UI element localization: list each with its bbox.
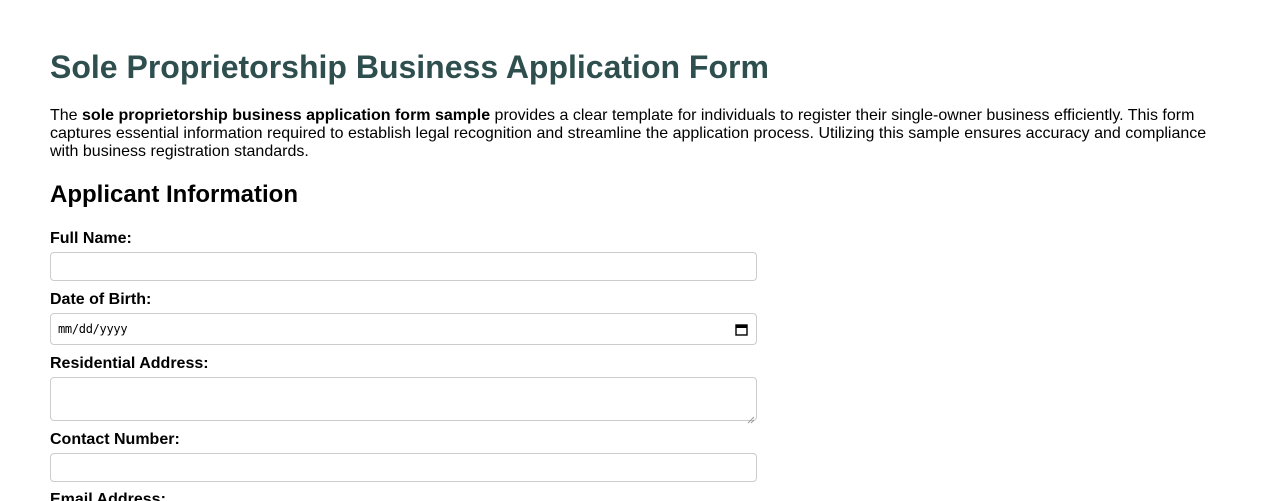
page-title: Sole Proprietorship Business Application…	[50, 49, 769, 85]
email-address-label: Email Address:	[50, 491, 166, 501]
intro-prefix: The	[50, 107, 83, 124]
residential-address-wrapper	[50, 377, 757, 424]
resize-grip-icon[interactable]	[747, 411, 755, 424]
intro-bold-phrase: sole proprietorship business application…	[82, 107, 491, 124]
residential-address-label: Residential Address:	[50, 355, 209, 372]
date-of-birth-label: Date of Birth:	[50, 291, 152, 308]
section-heading-applicant-information: Applicant Information	[50, 181, 298, 208]
contact-number-input[interactable]	[50, 453, 757, 482]
contact-number-label: Contact Number:	[50, 431, 180, 448]
calendar-icon[interactable]	[735, 323, 748, 336]
date-of-birth-input[interactable]: mm/dd/yyyy	[50, 313, 757, 345]
date-placeholder: mm/dd/yyyy	[58, 322, 128, 336]
full-name-input[interactable]	[50, 252, 757, 281]
full-name-label: Full Name:	[50, 230, 132, 247]
intro-paragraph: The sole proprietorship business applica…	[50, 107, 1220, 161]
residential-address-textarea[interactable]	[50, 377, 757, 421]
